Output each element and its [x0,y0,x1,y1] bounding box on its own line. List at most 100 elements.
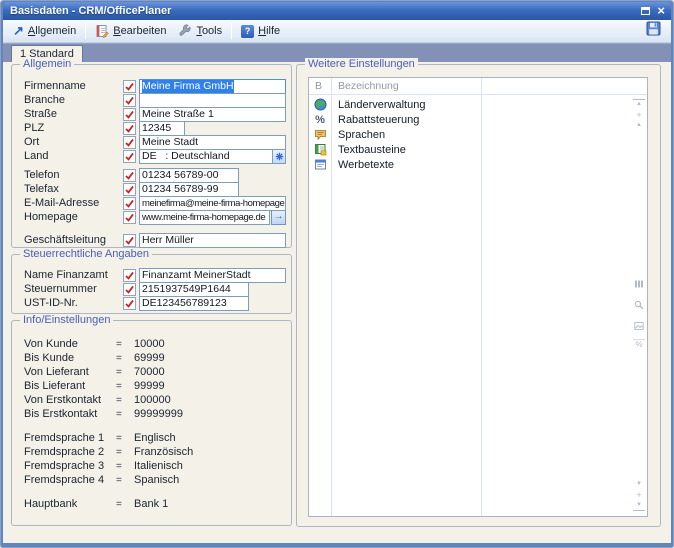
search-icon[interactable] [634,297,644,315]
field-row-ustid: UST-ID-Nr. DE123456789123 [24,296,291,310]
title-bar[interactable]: Basisdaten - CRM/OfficePlaner × [3,2,671,20]
table-row-werbetexte[interactable]: Werbetexte [309,157,647,172]
edit-check-button[interactable] [123,269,136,282]
edit-check-button[interactable] [123,297,136,310]
info-value: 100000 [134,394,171,406]
group-title: Weitere Einstellungen [305,58,418,70]
scroll-up-button[interactable]: ▲ [633,122,645,129]
field-row-firmenname: Firmenname Meine Firma GmbH [24,79,291,93]
edit-check-button[interactable] [123,169,136,182]
scroll-last-button[interactable]: ▼ [633,502,645,511]
table-header: B Bezeichnung [309,78,647,95]
field-row-telefon: Telefon 01234 56789-00 [24,168,291,182]
settings-table[interactable]: B Bezeichnung Länderverwaltung % Rabatts… [308,77,648,517]
column-header-bezeichnung[interactable]: Bezeichnung [331,80,399,92]
group-title: Allgemein [20,58,74,70]
check-icon [125,124,134,133]
info-label: Bis Erstkontakt [24,408,116,420]
group-weitere-einstellungen: Weitere Einstellungen B Bezeichnung Länd… [296,64,661,527]
field-row-branche: Branche [24,93,291,107]
scroll-add-button[interactable]: + [633,491,645,499]
info-label: Von Kunde [24,338,116,350]
table-row-laenderverwaltung[interactable]: Länderverwaltung [309,97,647,112]
steuernummer-input[interactable]: 2151937549P1644 [139,282,249,297]
menu-item-allgemein[interactable]: ↗ Allgemein [7,23,82,39]
columns-icon[interactable] [634,276,644,294]
strasse-input[interactable]: Meine Straße 1 [139,107,286,122]
equals-sign: = [116,353,134,364]
edit-check-button[interactable] [123,80,136,93]
finanzamt-input[interactable]: Finanzamt MeinerStadt [139,268,286,283]
field-row-strasse: Straße Meine Straße 1 [24,107,291,121]
scroll-center-button[interactable]: + [633,111,645,119]
menu-item-bearbeiten[interactable]: Bearbeiten [89,22,172,40]
edit-check-button[interactable] [123,283,136,296]
geschaeftsleitung-input[interactable]: Herr Müller [139,233,286,248]
edit-check-button[interactable] [123,150,136,163]
equals-sign: = [116,475,134,486]
column-header-b[interactable]: B [309,80,331,92]
group-info-einstellungen: Info/Einstellungen Von Kunde=10000 Bis K… [11,320,292,526]
field-label: Telefax [24,183,123,195]
edit-check-button[interactable] [123,136,136,149]
info-label: Bis Lieferant [24,380,116,392]
field-row-steuernummer: Steuernummer 2151937549P1644 [24,282,291,296]
filter-percent-icon[interactable]: % [633,339,645,349]
land-combo[interactable]: DE : Deutschland [139,149,286,164]
field-row-finanzamt: Name Finanzamt Finanzamt MeinerStadt [24,268,291,282]
scroll-first-button[interactable]: ▲ [633,99,645,108]
table-row-rabattsteuerung[interactable]: % Rabattsteuerung [309,112,647,127]
edit-check-button[interactable] [123,197,136,210]
email-input[interactable]: meinefirma@meine-firma-homepage.de [139,196,286,211]
field-label: Ort [24,136,123,148]
telefax-input[interactable]: 01234 56789-99 [139,182,239,197]
edit-check-button[interactable] [123,108,136,121]
firmenname-input[interactable]: Meine Firma GmbH [139,79,286,94]
edit-check-button[interactable] [123,183,136,196]
table-row-sprachen[interactable]: Sprachen [309,127,647,142]
close-button[interactable]: × [657,2,665,20]
telefon-input[interactable]: 01234 56789-00 [139,168,239,183]
menu-item-tools[interactable]: Tools [172,22,228,40]
table-row-textbausteine[interactable]: Textbausteine [309,142,647,157]
edit-check-button[interactable] [123,122,136,135]
branche-input[interactable] [139,93,286,108]
ustid-input[interactable]: DE123456789123 [139,296,249,311]
field-label: E-Mail-Adresse [24,197,123,209]
open-link-icon: → [274,212,284,222]
edit-check-button[interactable] [123,211,136,224]
plz-input[interactable]: 12345 [139,121,185,136]
menu-item-hilfe[interactable]: ? Hilfe [235,23,286,40]
equals-sign: = [116,409,134,420]
window-body: ↗ Allgemein Bearbeiten Tools ? Hilfe [3,20,671,543]
info-row: Fremdsprache 2=Französisch [24,445,291,459]
group-title: Steuerrechtliche Angaben [20,248,152,260]
form-content: Allgemein Firmenname Meine Firma GmbH Br… [3,62,671,543]
open-homepage-button[interactable]: → [271,210,286,225]
scroll-down-button[interactable]: ▼ [633,481,645,488]
textblocks-icon [314,143,327,156]
edit-check-button[interactable] [123,94,136,107]
arrow-ne-icon: ↗ [13,25,24,37]
lookup-button[interactable] [272,150,285,163]
field-label: Firmenname [24,80,123,92]
field-label: Geschäftsleitung [24,234,123,246]
homepage-input[interactable]: www.meine-firma-homepage.de [139,210,270,225]
image-icon[interactable] [634,318,644,336]
edit-check-button[interactable] [123,234,136,247]
info-value: 69999 [134,352,165,364]
field-row-geschaeftsleitung: Geschäftsleitung Herr Müller [24,233,291,247]
ort-input[interactable]: Meine Stadt [139,135,286,150]
equals-sign: = [116,447,134,458]
app-window: Basisdaten - CRM/OfficePlaner × ↗ Allgem… [0,0,674,548]
restore-button[interactable] [641,2,650,20]
save-button[interactable] [643,20,664,42]
info-value: Englisch [134,432,176,444]
field-row-land: Land DE : Deutschland [24,149,291,163]
row-label: Werbetexte [331,159,394,171]
equals-sign: = [116,433,134,444]
field-label: UST-ID-Nr. [24,297,123,309]
info-row: Hauptbank=Bank 1 [24,497,291,511]
check-icon [125,110,134,119]
info-label: Hauptbank [24,498,116,510]
